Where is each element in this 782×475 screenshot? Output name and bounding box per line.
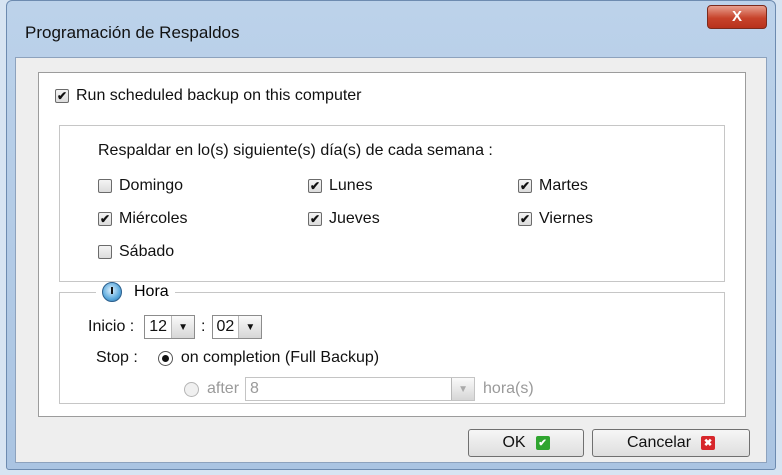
checkbox-domingo[interactable] [98, 179, 112, 193]
clock-icon [102, 282, 122, 302]
day-jueves[interactable]: Jueves [308, 210, 380, 228]
checkbox-miercoles[interactable] [98, 212, 112, 226]
run-scheduled-checkbox[interactable] [55, 89, 69, 103]
days-heading: Respaldar en lo(s) siguiente(s) día(s) d… [98, 142, 493, 159]
stop-row: Stop : on completion (Full Backup) [96, 349, 379, 367]
day-domingo[interactable]: Domingo [98, 177, 183, 195]
after-hours-select[interactable]: 8 ▼ [245, 377, 476, 401]
hour-select[interactable]: 12 ▼ [144, 315, 196, 339]
after-unit-label: hora(s) [483, 380, 534, 397]
options-panel: Run scheduled backup on this computer Re… [38, 72, 746, 417]
run-scheduled-row[interactable]: Run scheduled backup on this computer [55, 87, 362, 105]
after-row: after 8 ▼ hora(s) [184, 377, 534, 401]
close-icon: X [731, 8, 742, 25]
on-completion-radio[interactable] [157, 350, 173, 366]
time-separator: : [201, 318, 206, 335]
hora-label: Hora [134, 283, 169, 300]
label-viernes: Viernes [539, 210, 593, 227]
check-icon: ✔ [535, 436, 550, 450]
ok-button[interactable]: OK ✔ [468, 429, 584, 457]
day-miercoles[interactable]: Miércoles [98, 210, 187, 228]
dialog-title: Programación de Respaldos [25, 23, 240, 42]
title-bar[interactable]: Programación de Respaldos X [7, 1, 775, 57]
backup-schedule-dialog: Programación de Respaldos X Run schedule… [6, 0, 776, 470]
days-group: Respaldar en lo(s) siguiente(s) día(s) d… [59, 125, 725, 282]
after-label: after [207, 380, 240, 397]
checkbox-jueves[interactable] [308, 212, 322, 226]
day-viernes[interactable]: Viernes [518, 210, 593, 228]
checkbox-lunes[interactable] [308, 179, 322, 193]
cancel-button[interactable]: Cancelar ✖ [592, 429, 750, 457]
day-sabado[interactable]: Sábado [98, 243, 174, 261]
label-lunes: Lunes [329, 177, 373, 194]
label-miercoles: Miércoles [119, 210, 188, 227]
chevron-down-icon[interactable]: ▼ [171, 316, 195, 338]
hora-group: Hora Inicio : 12 ▼ : 02 ▼ Stop : on comp… [59, 282, 725, 404]
close-button[interactable]: X [707, 5, 767, 29]
run-scheduled-label: Run scheduled backup on this computer [76, 87, 362, 104]
hora-legend: Hora [96, 282, 175, 302]
after-radio[interactable] [184, 381, 199, 397]
cancel-icon: ✖ [701, 436, 716, 450]
label-jueves: Jueves [329, 210, 380, 227]
chevron-down-icon[interactable]: ▼ [451, 378, 475, 400]
label-domingo: Domingo [119, 177, 184, 194]
label-sabado: Sábado [119, 243, 175, 260]
inicio-label: Inicio : [88, 318, 135, 335]
label-martes: Martes [539, 177, 588, 194]
stop-label: Stop : [96, 349, 138, 366]
dialog-body: Run scheduled backup on this computer Re… [15, 57, 767, 463]
minute-select[interactable]: 02 ▼ [211, 315, 263, 339]
chevron-down-icon[interactable]: ▼ [238, 316, 262, 338]
on-completion-label: on completion (Full Backup) [180, 349, 380, 366]
day-martes[interactable]: Martes [518, 177, 588, 195]
checkbox-viernes[interactable] [518, 212, 532, 226]
day-lunes[interactable]: Lunes [308, 177, 373, 195]
checkbox-sabado[interactable] [98, 245, 112, 259]
inicio-row: Inicio : 12 ▼ : 02 ▼ [88, 315, 263, 339]
checkbox-martes[interactable] [518, 179, 532, 193]
